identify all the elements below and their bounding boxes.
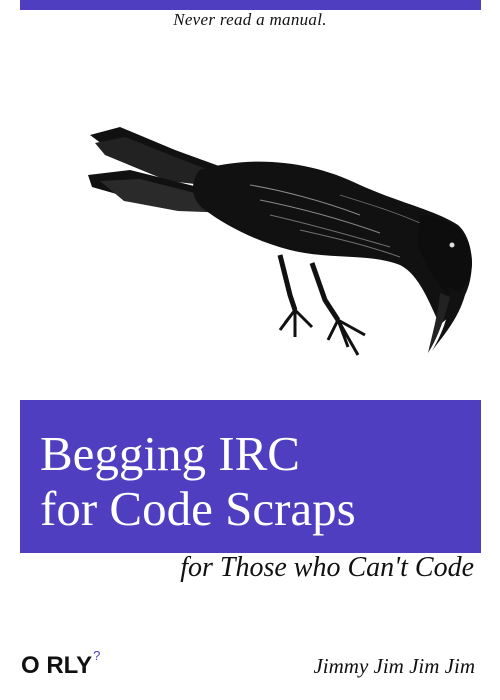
top-color-bar (20, 0, 481, 10)
book-title: Begging IRC for Code Scraps (40, 426, 356, 536)
author-name: Jimmy Jim Jim Jim (313, 654, 475, 678)
publisher-logo: O RLY? (21, 648, 100, 680)
publisher-question-mark: ? (93, 648, 101, 663)
tagline: Never read a manual. (173, 10, 327, 29)
title-block: Begging IRC for Code Scraps (20, 400, 481, 553)
book-subtitle: for Those who Can't Code (180, 552, 474, 583)
crow-icon (88, 127, 472, 356)
publisher-name: O RLY (21, 652, 93, 679)
